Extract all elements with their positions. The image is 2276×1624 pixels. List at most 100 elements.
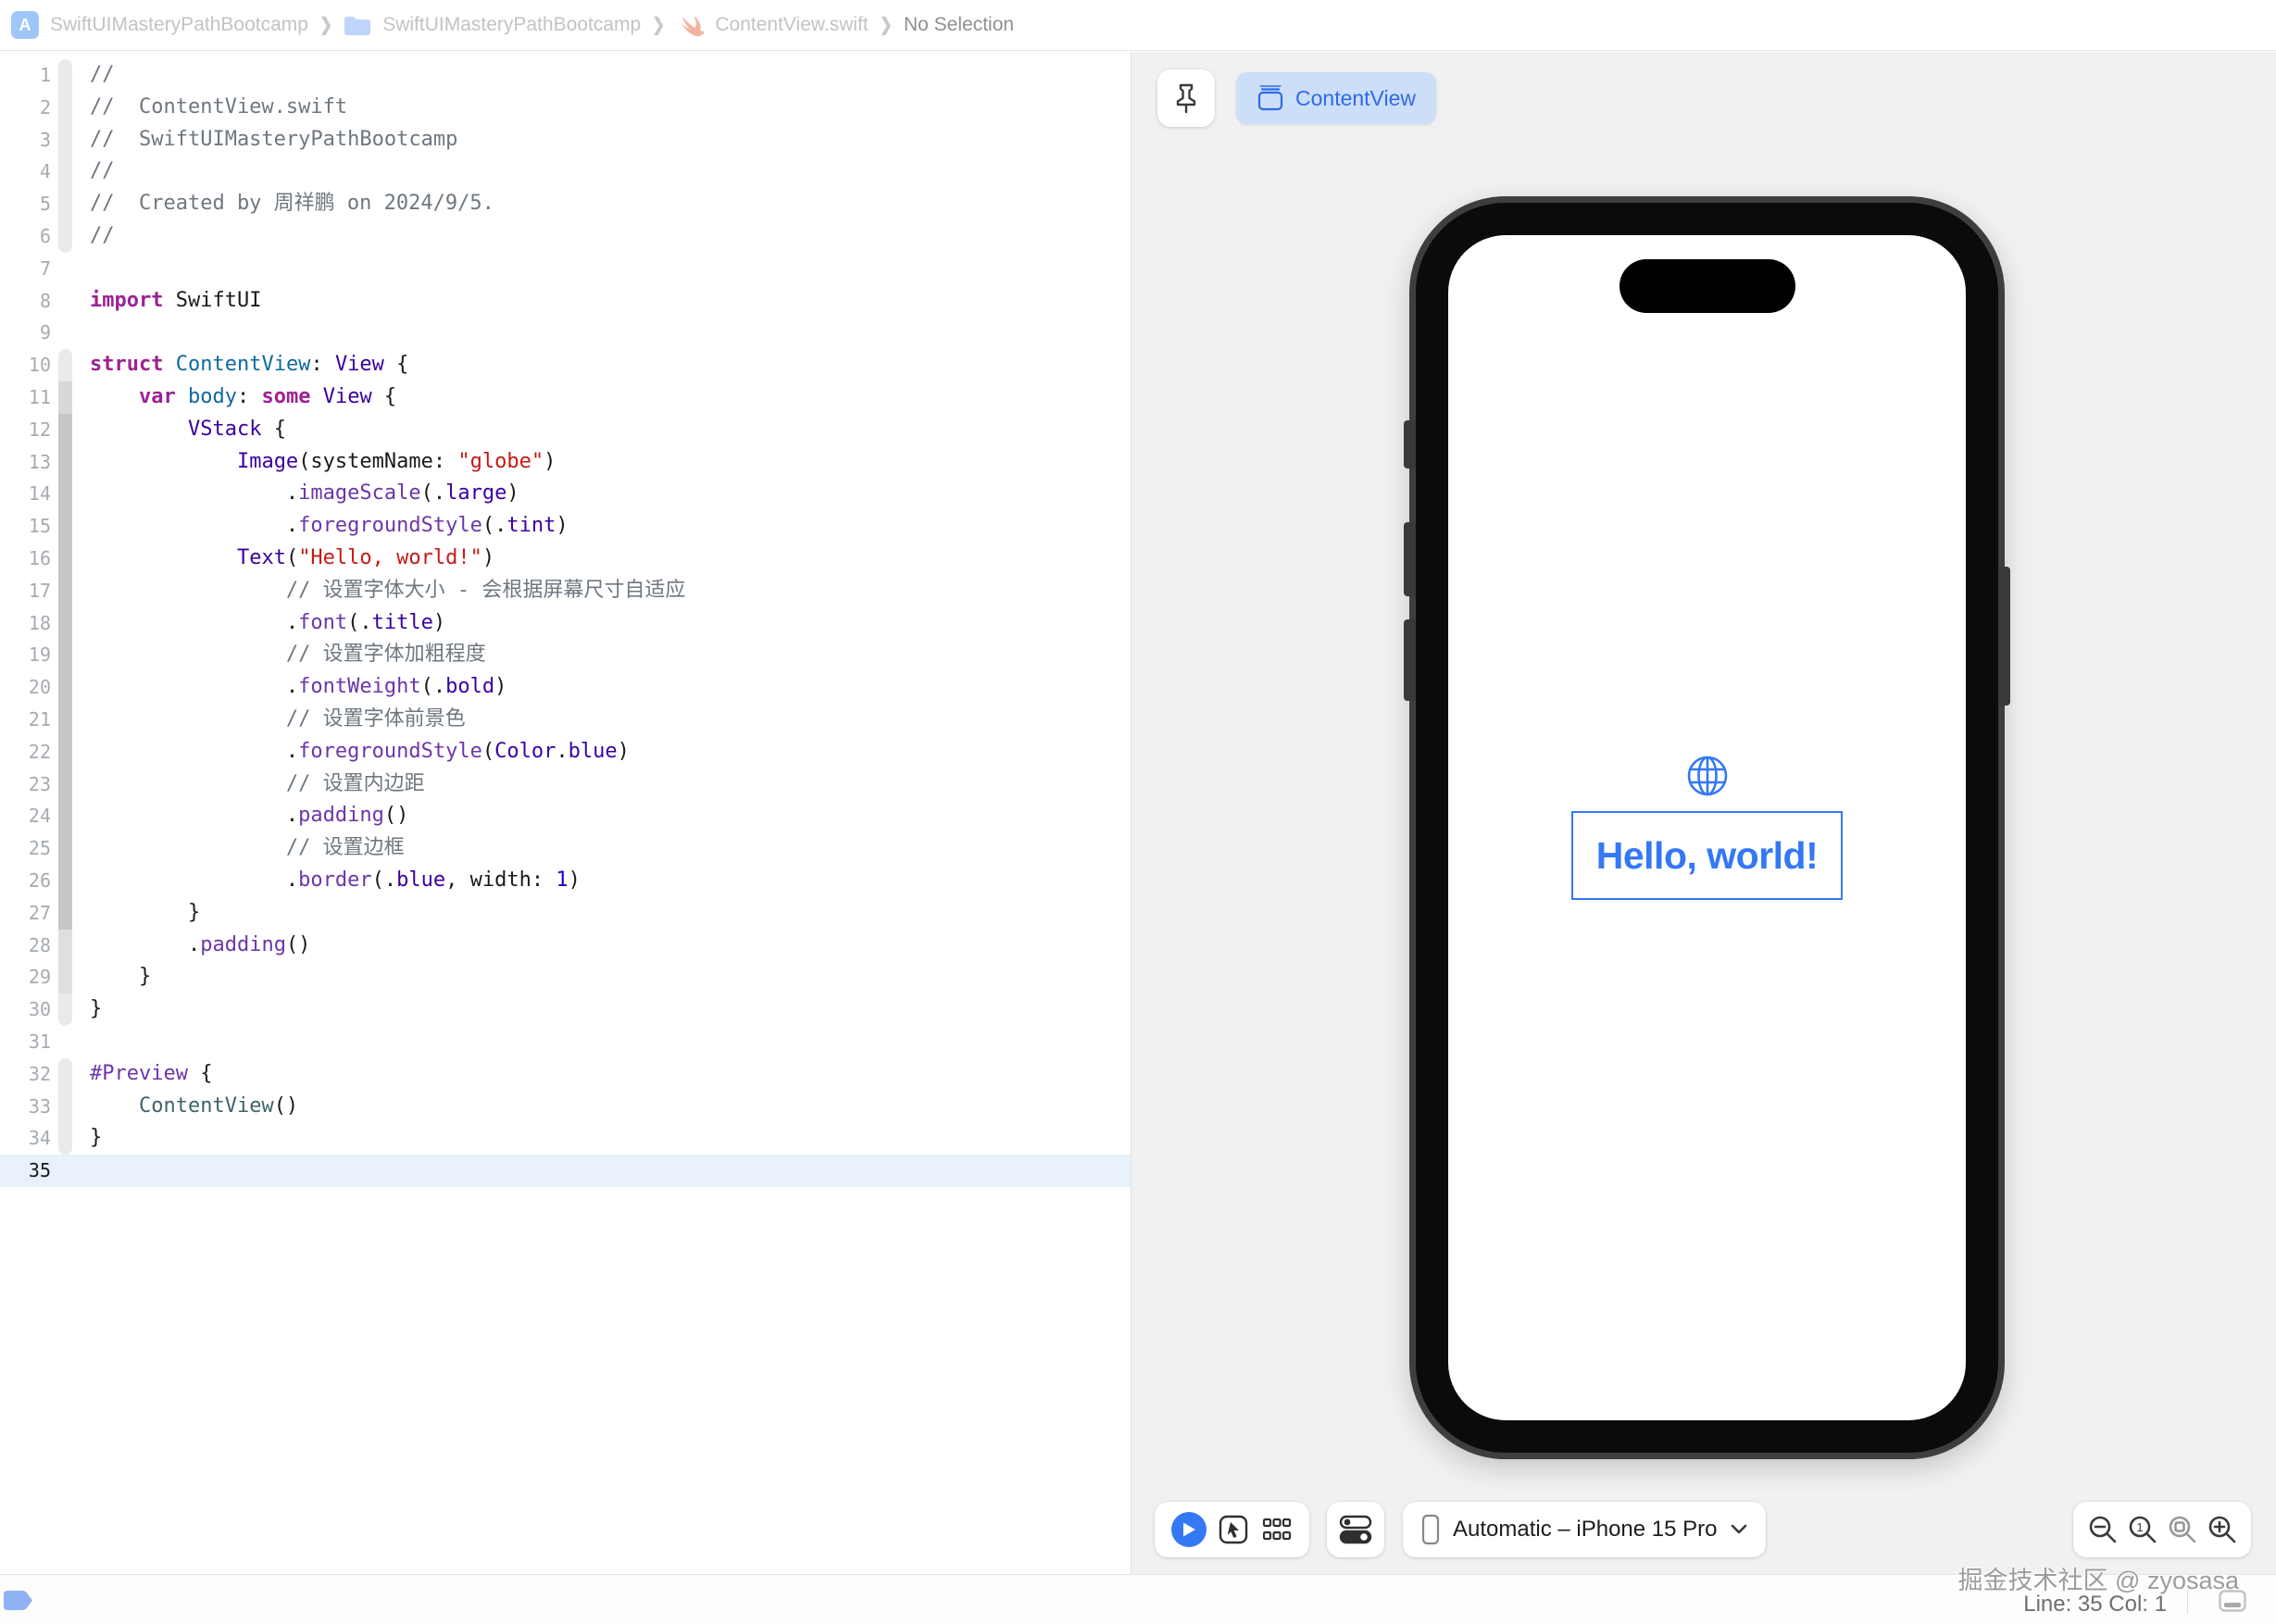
line-number[interactable]: 35 <box>0 1155 51 1187</box>
code-line-23[interactable]: 23 // 设置内边距 <box>0 768 1131 801</box>
play-icon <box>1182 1521 1196 1538</box>
code-line-17[interactable]: 17 // 设置字体大小 - 会根据屏幕尺寸自适应 <box>0 575 1131 607</box>
code-line-22[interactable]: 22 .foregroundStyle(Color.blue) <box>0 736 1131 768</box>
editor-panel-icon[interactable] <box>2219 1590 2246 1617</box>
code-line-28[interactable]: 28 .padding() <box>0 930 1131 962</box>
line-number[interactable]: 15 <box>0 510 51 543</box>
line-number[interactable]: 14 <box>0 478 51 510</box>
code-line-16[interactable]: 16 Text("Hello, world!") <box>0 543 1131 575</box>
code-line-25[interactable]: 25 // 设置边框 <box>0 832 1131 865</box>
zoom-to-fit-button[interactable] <box>2167 1514 2198 1545</box>
line-number[interactable]: 33 <box>0 1091 51 1123</box>
line-number[interactable]: 17 <box>0 575 51 607</box>
zoom-in-button[interactable] <box>2207 1514 2238 1545</box>
code-line-33[interactable]: 33 ContentView() <box>0 1091 1131 1123</box>
line-number[interactable]: 22 <box>0 736 51 768</box>
code-line-2[interactable]: 2// ContentView.swift <box>0 92 1131 124</box>
live-preview-button[interactable] <box>1171 1512 1207 1547</box>
code-line-30[interactable]: 30} <box>0 993 1131 1026</box>
line-number[interactable]: 32 <box>0 1058 51 1091</box>
line-number[interactable]: 8 <box>0 285 51 318</box>
line-number[interactable]: 25 <box>0 832 51 865</box>
line-number[interactable]: 19 <box>0 639 51 671</box>
line-number[interactable]: 7 <box>0 253 51 285</box>
preview-tab-contentview[interactable]: ContentView <box>1236 72 1436 124</box>
code-line-13[interactable]: 13 Image(systemName: "globe") <box>0 446 1131 479</box>
code-line-32[interactable]: 32#Preview { <box>0 1058 1131 1091</box>
code-line-9[interactable]: 9 <box>0 317 1131 349</box>
code-text: .foregroundStyle(Color.blue) <box>90 736 630 768</box>
change-bar <box>58 671 72 704</box>
code-line-10[interactable]: 10struct ContentView: View { <box>0 349 1131 381</box>
code-line-11[interactable]: 11 var body: some View { <box>0 381 1131 414</box>
line-number[interactable]: 34 <box>0 1122 51 1155</box>
code-line-7[interactable]: 7 <box>0 253 1131 285</box>
line-number[interactable]: 11 <box>0 381 51 414</box>
code-line-8[interactable]: 8import SwiftUI <box>0 285 1131 318</box>
line-number[interactable]: 1 <box>0 59 51 92</box>
pin-preview-button[interactable] <box>1157 69 1215 127</box>
line-number[interactable]: 28 <box>0 930 51 962</box>
breadcrumb-selection[interactable]: No Selection <box>904 14 1014 36</box>
line-number[interactable]: 26 <box>0 865 51 897</box>
change-bar <box>58 478 72 510</box>
code-text: } <box>90 961 151 993</box>
change-bar <box>58 510 72 543</box>
code-line-4[interactable]: 4// <box>0 156 1131 188</box>
change-bar <box>58 188 72 220</box>
code-line-12[interactable]: 12 VStack { <box>0 414 1131 446</box>
code-line-15[interactable]: 15 .foregroundStyle(.tint) <box>0 510 1131 543</box>
code-line-29[interactable]: 29 } <box>0 961 1131 993</box>
code-line-3[interactable]: 3// SwiftUIMasteryPathBootcamp <box>0 124 1131 156</box>
code-line-18[interactable]: 18 .font(.title) <box>0 607 1131 640</box>
code-line-1[interactable]: 1// <box>0 59 1131 92</box>
line-number[interactable]: 9 <box>0 317 51 349</box>
line-number[interactable]: 5 <box>0 188 51 220</box>
line-number[interactable]: 12 <box>0 414 51 446</box>
code-line-27[interactable]: 27 } <box>0 897 1131 930</box>
code-line-19[interactable]: 19 // 设置字体加粗程度 <box>0 639 1131 671</box>
code-line-34[interactable]: 34} <box>0 1122 1131 1155</box>
code-lines: 1//2// ContentView.swift3// SwiftUIMaste… <box>0 59 1131 1187</box>
device-settings-button[interactable] <box>1327 1502 1384 1557</box>
code-editor[interactable]: 1//2// ContentView.swift3// SwiftUIMaste… <box>0 52 1131 1574</box>
line-number[interactable]: 4 <box>0 156 51 188</box>
line-number[interactable]: 29 <box>0 961 51 993</box>
code-line-14[interactable]: 14 .imageScale(.large) <box>0 478 1131 510</box>
code-line-24[interactable]: 24 .padding() <box>0 800 1131 832</box>
code-line-20[interactable]: 20 .fontWeight(.bold) <box>0 671 1131 704</box>
variants-grid-button[interactable] <box>1260 1513 1294 1546</box>
zoom-100-button[interactable]: 1 <box>2127 1514 2158 1545</box>
line-number[interactable]: 10 <box>0 349 51 381</box>
breakpoint-tag-icon[interactable] <box>4 1591 33 1615</box>
code-line-21[interactable]: 21 // 设置字体前景色 <box>0 704 1131 736</box>
breadcrumb-group[interactable]: SwiftUIMasteryPathBootcamp <box>382 14 641 36</box>
line-number[interactable]: 6 <box>0 220 51 253</box>
line-number[interactable]: 23 <box>0 768 51 801</box>
dynamic-island <box>1619 259 1795 313</box>
line-number[interactable]: 20 <box>0 671 51 704</box>
line-number[interactable]: 3 <box>0 124 51 156</box>
line-number[interactable]: 27 <box>0 897 51 930</box>
breadcrumb-project[interactable]: SwiftUIMasteryPathBootcamp <box>50 14 308 36</box>
line-number[interactable]: 21 <box>0 704 51 736</box>
line-number[interactable]: 24 <box>0 800 51 832</box>
line-number[interactable]: 18 <box>0 607 51 640</box>
code-line-31[interactable]: 31 <box>0 1026 1131 1058</box>
line-number[interactable]: 13 <box>0 446 51 479</box>
line-number[interactable]: 2 <box>0 92 51 124</box>
run-destination-dropdown[interactable]: Automatic – iPhone 15 Pro <box>1403 1502 1766 1557</box>
line-number[interactable]: 31 <box>0 1026 51 1058</box>
code-line-6[interactable]: 6// <box>0 220 1131 253</box>
code-text: } <box>90 1122 102 1155</box>
code-line-35[interactable]: 35 <box>0 1155 1131 1187</box>
zoom-out-button[interactable] <box>2087 1514 2119 1545</box>
line-number[interactable]: 30 <box>0 993 51 1026</box>
selectable-preview-button[interactable] <box>1217 1513 1250 1546</box>
change-bar <box>58 156 72 188</box>
code-line-26[interactable]: 26 .border(.blue, width: 1) <box>0 865 1131 897</box>
code-line-5[interactable]: 5// Created by 周祥鹏 on 2024/9/5. <box>0 188 1131 220</box>
line-number[interactable]: 16 <box>0 543 51 575</box>
change-bar <box>58 1122 72 1155</box>
breadcrumb-file[interactable]: ContentView.swift <box>715 14 868 36</box>
